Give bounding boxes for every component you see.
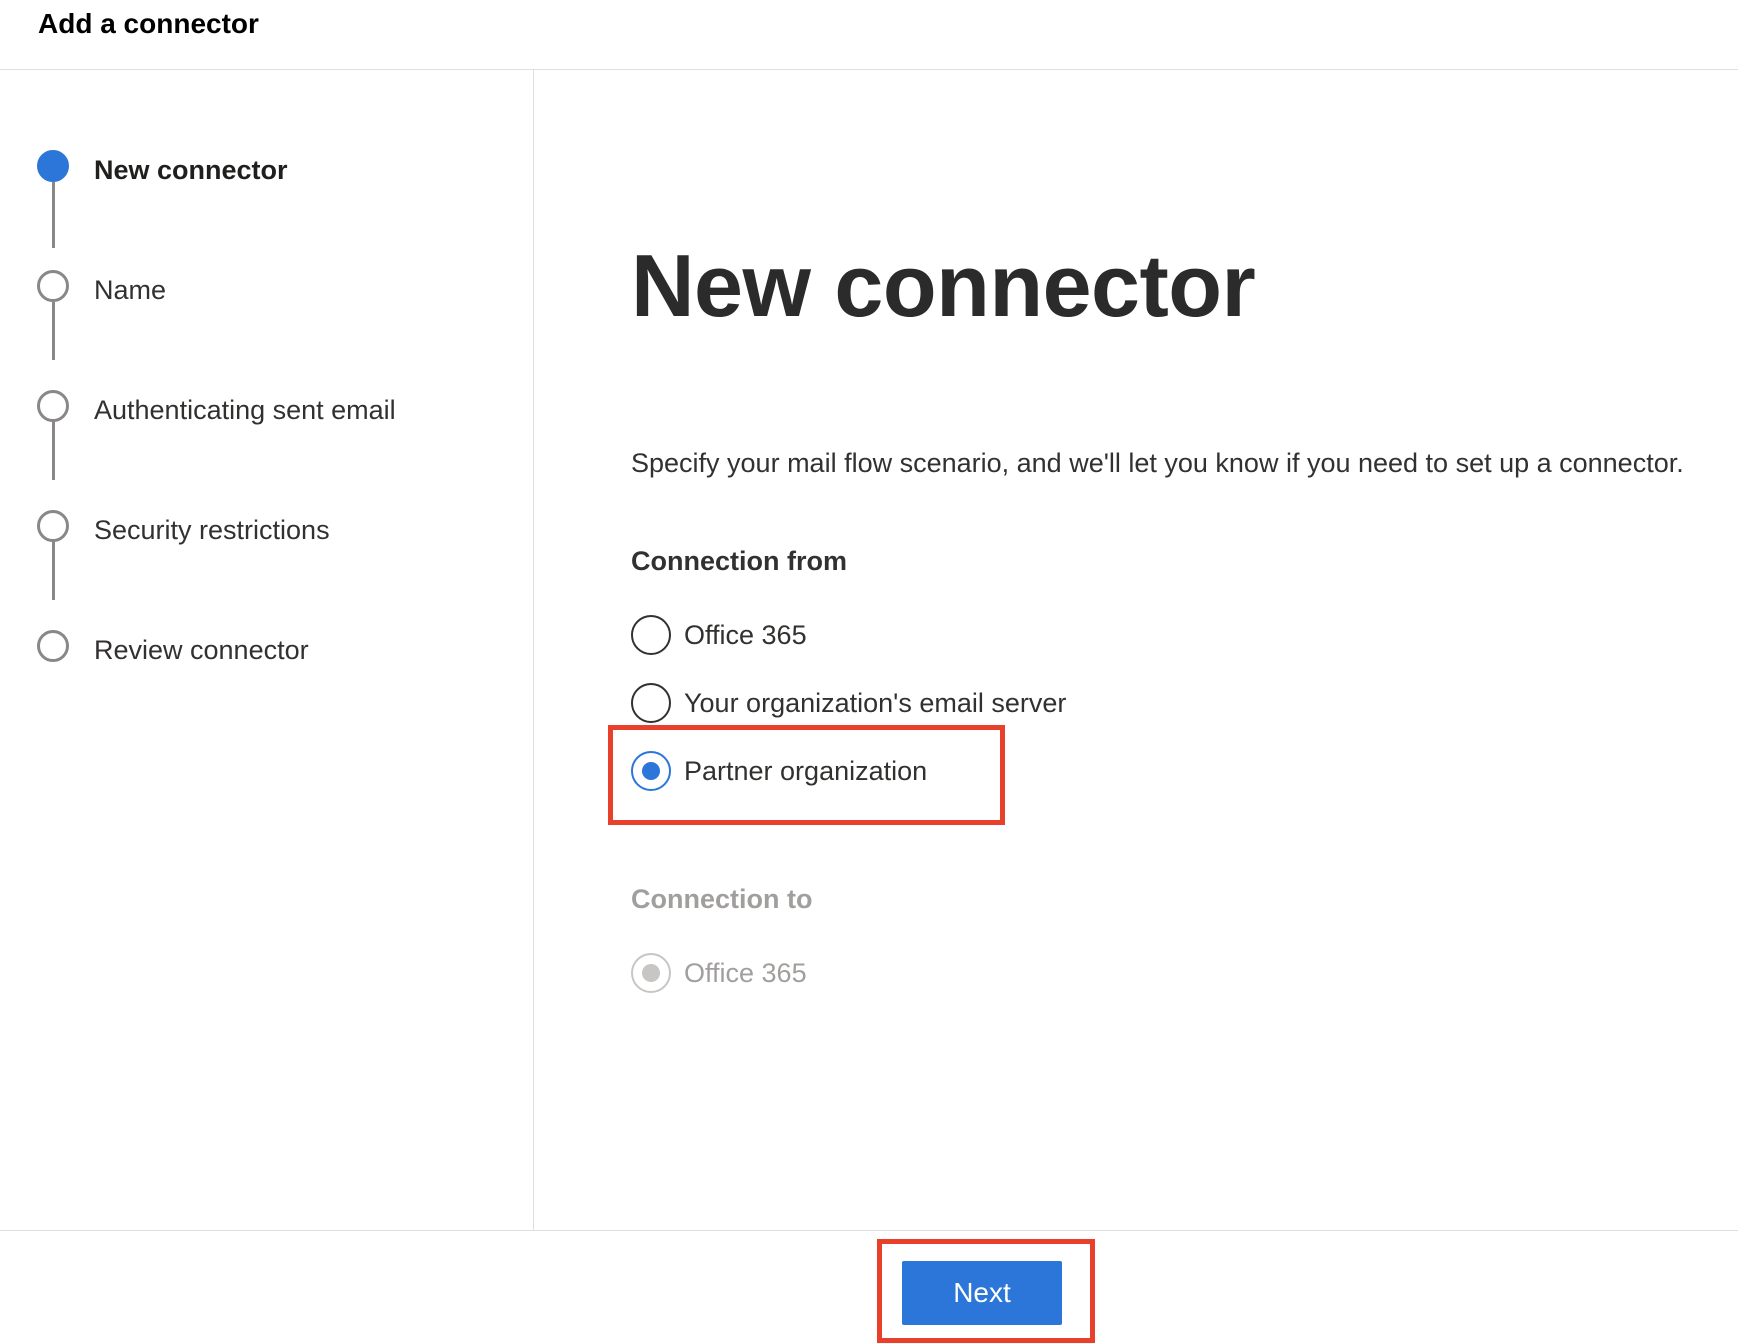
add-connector-wizard: Add a connector New connector Name Authe… bbox=[0, 0, 1738, 1344]
radio-from-office-365[interactable]: Office 365 bbox=[631, 615, 807, 655]
wizard-title: Add a connector bbox=[38, 8, 259, 39]
radio-label: Partner organization bbox=[684, 755, 928, 786]
step-indicator bbox=[37, 510, 69, 542]
radio-from-partner-organization[interactable]: Partner organization bbox=[631, 751, 927, 791]
page-title: New connector bbox=[631, 236, 1256, 335]
footer: Next bbox=[0, 1230, 1738, 1344]
radio-button[interactable] bbox=[631, 615, 671, 655]
main-content: New connector Specify your mail flow sce… bbox=[535, 70, 1738, 1230]
step-navigation: New connector Name Authenticating sent e… bbox=[0, 70, 534, 1230]
step-new-connector[interactable]: New connector bbox=[94, 155, 288, 186]
connection-to-label: Connection to bbox=[631, 884, 813, 914]
step-connector-line bbox=[52, 414, 55, 480]
step-authenticating-sent-email[interactable]: Authenticating sent email bbox=[94, 395, 396, 426]
step-connector-line bbox=[52, 534, 55, 600]
radio-from-organization-email-server[interactable]: Your organization's email server bbox=[631, 683, 1066, 723]
step-review-connector[interactable]: Review connector bbox=[94, 635, 309, 666]
radio-label: Your organization's email server bbox=[684, 687, 1067, 718]
next-button[interactable]: Next bbox=[902, 1261, 1062, 1325]
step-indicator bbox=[37, 630, 69, 662]
step-security-restrictions[interactable]: Security restrictions bbox=[94, 515, 330, 546]
radio-label: Office 365 bbox=[684, 957, 807, 988]
step-indicator bbox=[37, 270, 69, 302]
scenario-description: Specify your mail flow scenario, and we'… bbox=[631, 448, 1684, 478]
step-indicator-current bbox=[37, 150, 69, 182]
step-indicator bbox=[37, 390, 69, 422]
radio-label: Office 365 bbox=[684, 619, 807, 650]
step-connector-line bbox=[52, 182, 55, 248]
step-name[interactable]: Name bbox=[94, 275, 166, 306]
radio-button[interactable] bbox=[631, 683, 671, 723]
radio-button-selected[interactable] bbox=[631, 751, 671, 791]
radio-button-disabled bbox=[631, 953, 671, 993]
radio-to-office-365: Office 365 bbox=[631, 953, 807, 993]
connection-from-label: Connection from bbox=[631, 546, 847, 576]
header: Add a connector bbox=[0, 0, 1738, 70]
step-connector-line bbox=[52, 302, 55, 360]
